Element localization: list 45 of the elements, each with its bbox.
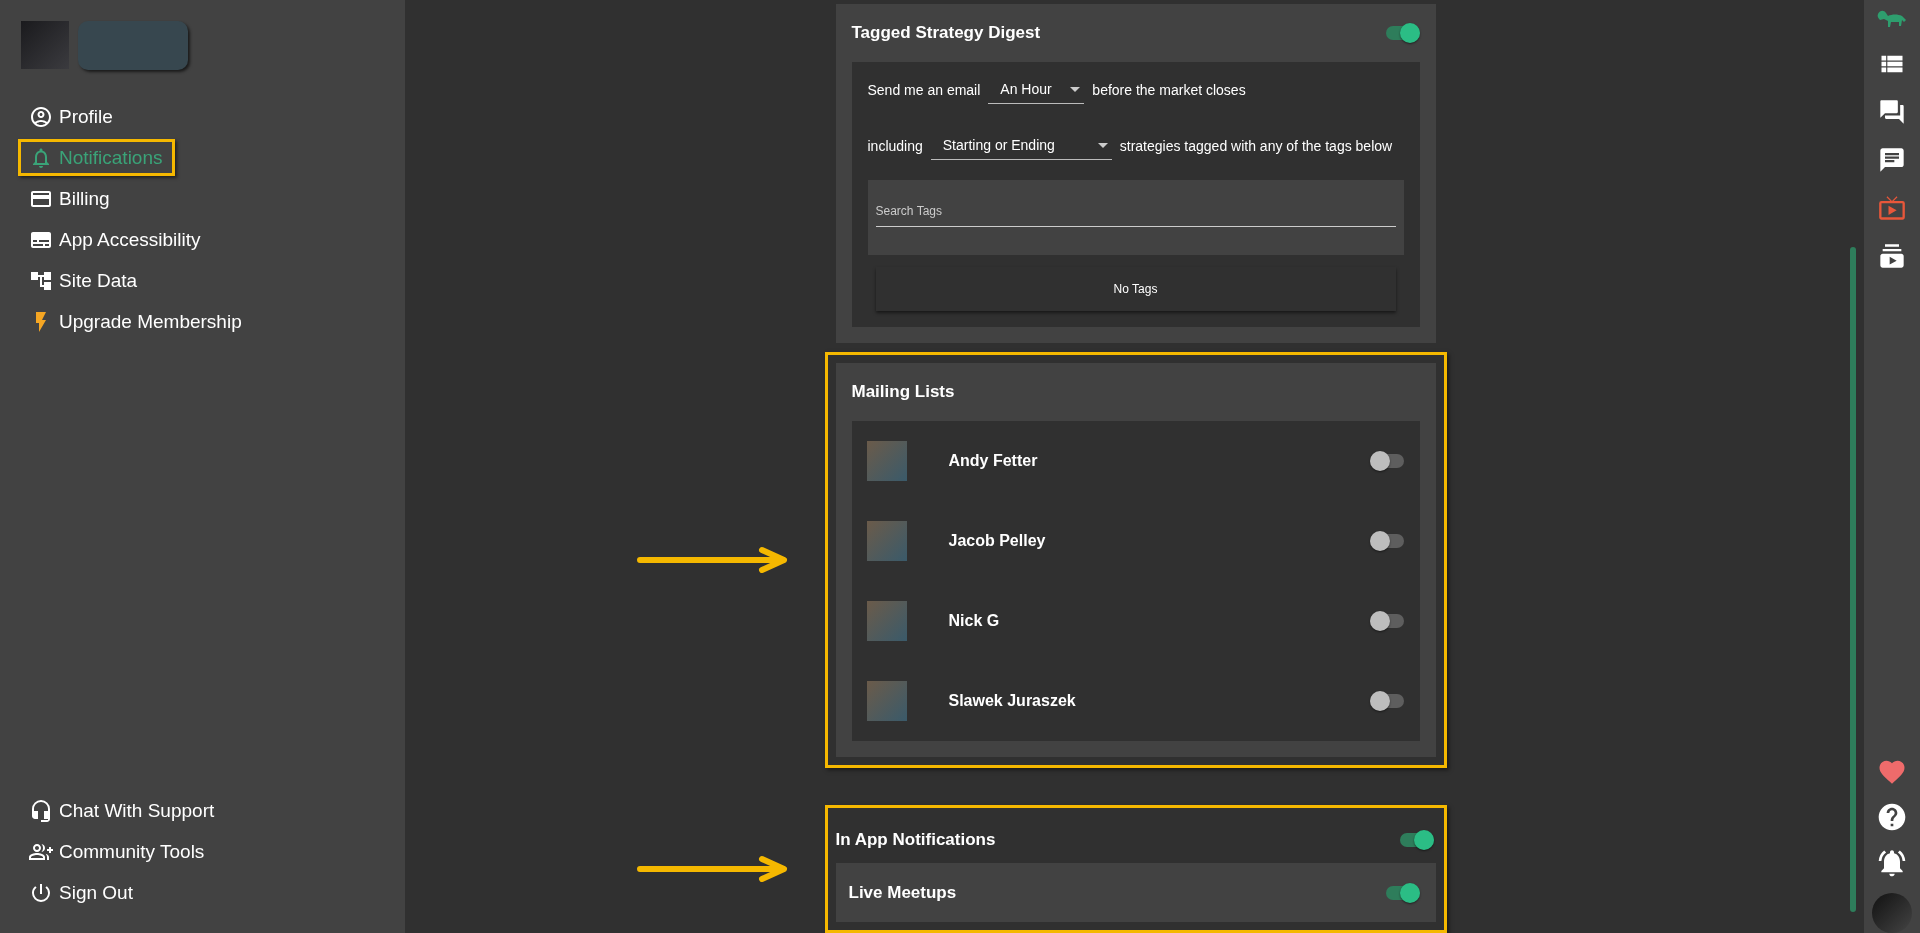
caret-icon [1097,142,1108,148]
video-stack-icon[interactable] [1878,242,1906,270]
headset-icon [29,798,53,823]
dropdown[interactable]: Starting or Ending [930,137,1112,160]
toggle-switch[interactable] [1399,832,1434,847]
empty-message: No Tags [875,267,1396,311]
sidebar-item[interactable]: Site Data [18,262,150,299]
person-name: Andy Fetter [948,452,1039,471]
dropdown[interactable]: An Hour [988,81,1085,104]
person-name: Jacob Pelley [948,532,1047,551]
person-name: Slawek Juraszek [948,692,1077,711]
photo-placeholder [866,521,907,562]
sidebar-item[interactable]: Chat With Support [18,792,227,829]
sidebar-item[interactable]: Sign Out [18,874,145,911]
chat-icon[interactable] [1878,146,1906,174]
caret-icon [1070,86,1081,92]
toggle-switch[interactable] [1369,614,1404,629]
setting-label: Live Meetups [848,881,957,904]
label-text: strategies tagged with any of the tags below [1119,138,1393,156]
chat-bubbles-icon[interactable] [1878,98,1906,126]
sidebar-item[interactable]: Upgrade Membership [18,303,254,340]
section-title: In App Notifications [835,828,996,851]
toggle-switch[interactable] [1369,534,1404,549]
label-text: Send me an email [867,82,981,100]
photo-placeholder [21,21,69,69]
toggle-switch[interactable] [1369,454,1404,469]
photo-placeholder [866,441,907,482]
label-text: before the market closes [1092,82,1246,100]
card-title: Mailing Lists [851,381,956,404]
sidebar-item[interactable]: Billing [18,180,122,217]
photo-placeholder [866,601,907,642]
label-text: including [867,138,923,156]
sidebar-item[interactable]: Profile [18,98,125,135]
search-field[interactable]: Search Tags [867,180,1404,255]
scrollbar-thumb[interactable] [1850,247,1856,912]
person-name: Nick G [948,612,1001,631]
toggle-switch[interactable] [1385,885,1420,900]
help-icon[interactable] [1876,801,1908,833]
toggle-switch[interactable] [1369,694,1404,709]
sidebar-item[interactable]: Community Tools [18,833,217,870]
card-title: Tagged Strategy Digest [851,22,1041,44]
tv-icon[interactable] [1878,194,1906,222]
toggle-switch[interactable] [1385,26,1420,40]
sidebar-item[interactable]: App Accessibility [18,221,213,258]
photo-placeholder [866,681,907,722]
